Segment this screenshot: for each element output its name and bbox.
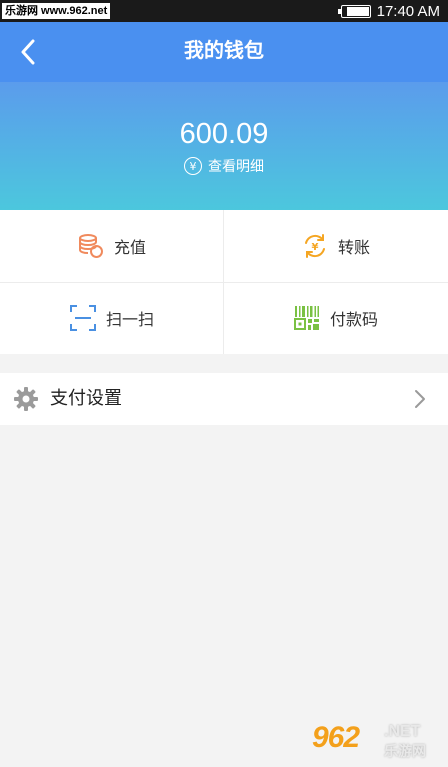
transfer-yen-icon: ¥ — [304, 234, 325, 258]
recharge-button[interactable]: 充值 — [0, 210, 224, 282]
payment-settings-row[interactable]: 支付设置 — [0, 373, 448, 425]
recharge-label: 充值 — [113, 238, 146, 257]
payment-code-label: 付款码 — [329, 310, 378, 329]
view-details-label: 查看明细 — [208, 159, 264, 175]
status-bar: 乐游网 www.962.net 17:40 AM — [0, 0, 448, 22]
balance-amount: 600.09 — [179, 118, 269, 150]
gear-icon — [14, 387, 38, 411]
site-logo-watermark: 962 .NET 乐游网 — [312, 721, 442, 761]
status-right: 17:40 AM — [337, 0, 440, 22]
yen-circle-icon: ¥ — [184, 157, 202, 175]
watermark-domain: .NET — [384, 723, 421, 740]
battery-icon — [337, 4, 371, 18]
site-watermark: 乐游网 www.962.net — [2, 3, 111, 19]
app-header: 我的钱包 — [0, 22, 448, 82]
scan-button[interactable]: 扫一扫 — [0, 282, 224, 354]
transfer-button[interactable]: ¥ 转账 — [224, 210, 448, 282]
transfer-label: 转账 — [337, 238, 370, 257]
balance-panel: 600.09 ¥ 查看明细 — [0, 82, 448, 210]
page-title: 我的钱包 — [184, 38, 264, 62]
chevron-right-icon — [415, 390, 425, 408]
payment-settings-label: 支付设置 — [50, 388, 122, 409]
watermark-number: 962 — [312, 721, 360, 754]
barcode-qr-icon — [293, 306, 319, 330]
view-details-link[interactable]: ¥ 查看明细 — [0, 156, 448, 176]
coins-stack-icon — [78, 234, 103, 258]
wallet-actions-grid: 充值 ¥ 转账 扫一扫 付款码 — [0, 210, 448, 354]
svg-text:¥: ¥ — [312, 242, 319, 253]
watermark-name: 乐游网 — [384, 744, 426, 760]
payment-code-button[interactable]: 付款码 — [224, 282, 448, 354]
scan-label: 扫一扫 — [105, 310, 154, 329]
battery-level — [347, 6, 369, 16]
status-time: 17:40 AM — [376, 2, 440, 20]
scan-frame-icon — [69, 305, 96, 331]
